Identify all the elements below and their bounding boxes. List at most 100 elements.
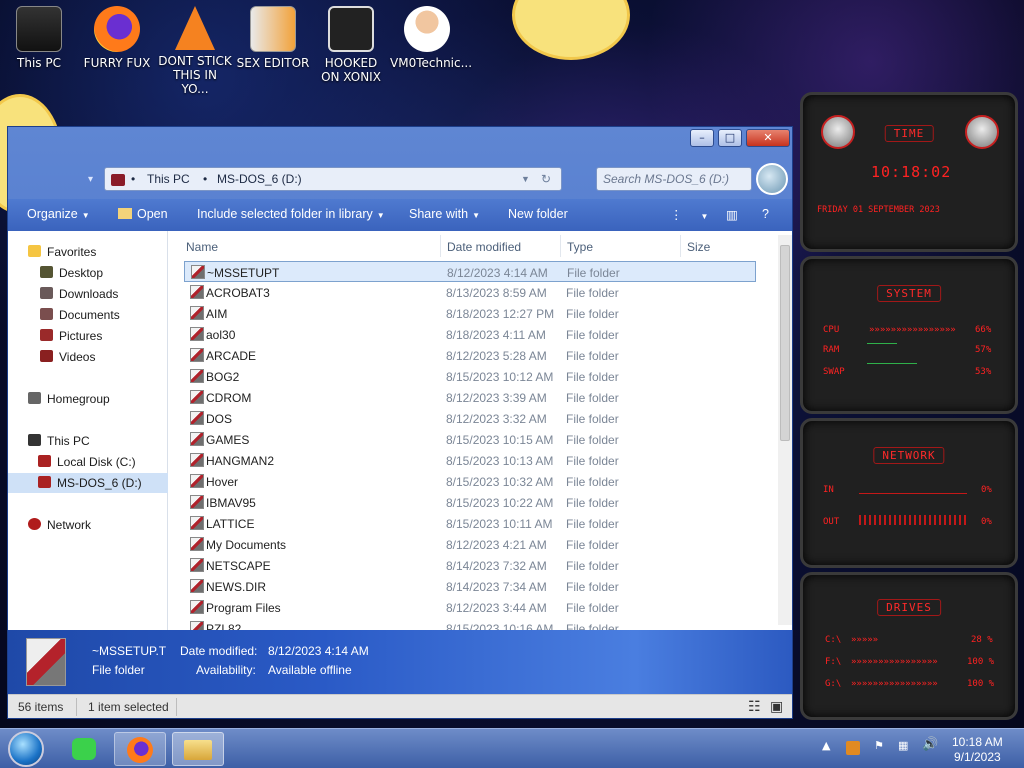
maximize-button[interactable]: □	[718, 129, 742, 147]
nav-msdos-d[interactable]: MS-DOS_6 (D:)	[8, 473, 168, 493]
table-row[interactable]: CDROM 8/12/2023 3:39 AM File folder	[184, 387, 756, 408]
table-row[interactable]: AIM 8/18/2023 12:27 PM File folder	[184, 303, 756, 324]
view-options-icon[interactable]: ⋮ ▼	[670, 207, 708, 222]
nav-local-disk-c[interactable]: Local Disk (C:)	[38, 455, 136, 469]
alien-head-icon	[821, 115, 855, 149]
drive-c-value: 28 %	[971, 635, 993, 645]
table-row[interactable]: HANGMAN2 8/15/2023 10:13 AM File folder	[184, 450, 756, 471]
taskbar-app-notes[interactable]	[58, 732, 110, 766]
action-center-flag-icon[interactable]: ⚑	[874, 739, 884, 752]
desktop-icon-hooked-on-xonix[interactable]: HOOKED ON XONIX	[314, 6, 388, 84]
desktop-icon-sex-editor[interactable]: SEX EDITOR	[236, 6, 310, 70]
folder-icon	[190, 537, 204, 551]
column-header-date[interactable]: Date modified	[447, 240, 521, 254]
address-dropdown-icon[interactable]: ▼	[521, 174, 530, 184]
file-name: LATTICE	[206, 517, 255, 531]
time-gadget-title: TIME	[884, 125, 934, 142]
minimize-button[interactable]: –	[690, 129, 714, 147]
share-with-button[interactable]: Share with ▼	[409, 207, 480, 221]
help-icon[interactable]: ?	[762, 207, 769, 221]
file-type: File folder	[566, 601, 619, 615]
recent-locations-chevron-icon[interactable]: ▾	[88, 174, 102, 186]
column-header-size[interactable]: Size	[687, 240, 710, 254]
cpu-bar: »»»»»»»»»»»»»»»»	[869, 325, 956, 335]
nav-this-pc[interactable]: This PC	[28, 434, 90, 448]
search-input[interactable]: Search MS-DOS_6 (D:)	[596, 167, 752, 191]
taskbar-app-explorer[interactable]	[172, 732, 224, 766]
close-button[interactable]: ✕	[746, 129, 790, 147]
table-row[interactable]: IBMAV95 8/15/2023 10:22 AM File folder	[184, 492, 756, 513]
file-type: File folder	[566, 286, 619, 300]
table-row[interactable]: NEWS.DIR 8/14/2023 7:34 AM File folder	[184, 576, 756, 597]
table-row[interactable]: My Documents 8/12/2023 4:21 AM File folder	[184, 534, 756, 555]
desktop-icon-this-pc[interactable]: This PC	[2, 6, 76, 70]
vertical-scrollbar[interactable]	[778, 235, 792, 625]
table-row[interactable]: ARCADE 8/12/2023 5:28 AM File folder	[184, 345, 756, 366]
folder-icon	[190, 453, 204, 467]
search-icon[interactable]	[756, 163, 788, 195]
breadcrumb-this-pc[interactable]: This PC	[147, 172, 190, 186]
organize-button[interactable]: Organize ▼	[27, 207, 90, 221]
table-row[interactable]: LATTICE 8/15/2023 10:11 AM File folder	[184, 513, 756, 534]
table-row[interactable]: BOG2 8/15/2023 10:12 AM File folder	[184, 366, 756, 387]
taskbar-clock[interactable]: 10:18 AM 9/1/2023	[952, 735, 1003, 765]
table-row[interactable]: Program Files 8/12/2023 3:44 AM File folde…	[184, 597, 756, 618]
scrollbar-thumb[interactable]	[780, 245, 790, 441]
nav-homegroup[interactable]: Homegroup	[28, 392, 110, 406]
include-in-library-button[interactable]: Include selected folder in library ▼	[197, 207, 385, 221]
table-row[interactable]: NETSCAPE 8/14/2023 7:32 AM File folder	[184, 555, 756, 576]
table-row[interactable]: GAMES 8/15/2023 10:15 AM File folder	[184, 429, 756, 450]
column-header-name[interactable]: Name	[186, 240, 218, 254]
status-item-count: 56 items	[18, 700, 64, 714]
show-hidden-icons-icon[interactable]: ▲	[822, 739, 830, 752]
nav-desktop[interactable]: Desktop	[40, 266, 103, 280]
table-row[interactable]: DOS 8/12/2023 3:32 AM File folder	[184, 408, 756, 429]
nav-documents[interactable]: Documents	[40, 308, 120, 322]
table-row[interactable]: Hover 8/15/2023 10:32 AM File folder	[184, 471, 756, 492]
folder-icon	[190, 285, 204, 299]
folder-icon	[190, 306, 204, 320]
taskbar-app-firefox[interactable]	[114, 732, 166, 766]
file-type: File folder	[566, 559, 619, 573]
nav-pictures[interactable]: Pictures	[40, 329, 102, 343]
new-folder-button[interactable]: New folder	[508, 207, 568, 221]
desktop-icon-vm0technic[interactable]: VM0Technic...	[390, 6, 472, 70]
table-row[interactable]: ~MSSETUPT 8/12/2023 4:14 AM File folder	[184, 261, 756, 282]
file-name: Program Files	[206, 601, 281, 615]
taskbar: ▲ ⚑ ▦ 🔊 10:18 AM 9/1/2023	[0, 728, 1024, 768]
details-date-value: 8/12/2023 4:14 AM	[268, 644, 369, 658]
nav-favorites[interactable]: Favorites	[28, 245, 96, 259]
address-bar[interactable]: • This PC • MS-DOS_6 (D:) ↻ ▼	[104, 167, 562, 191]
computer-icon	[28, 434, 41, 446]
open-button[interactable]: Open	[118, 207, 168, 221]
nav-videos[interactable]: Videos	[40, 350, 95, 364]
title-bar[interactable]: – □ ✕	[8, 127, 792, 159]
videos-icon	[40, 350, 53, 362]
start-button[interactable]	[8, 731, 44, 767]
desktop-icon-furry-fux[interactable]: FURRY FUX	[80, 6, 154, 70]
refresh-icon[interactable]: ↻	[541, 172, 551, 186]
nav-downloads[interactable]: Downloads	[40, 287, 118, 301]
firefox-icon	[94, 6, 140, 52]
breadcrumb-msdos[interactable]: MS-DOS_6 (D:)	[217, 172, 302, 186]
folder-icon	[190, 474, 204, 488]
volume-icon[interactable]: 🔊	[922, 737, 938, 752]
alien-head-icon	[965, 115, 999, 149]
table-row[interactable]: ACROBAT3 8/13/2023 8:59 AM File folder	[184, 282, 756, 303]
table-row[interactable]: aol30 8/18/2023 4:11 AM File folder	[184, 324, 756, 345]
details-type: File folder	[92, 663, 145, 677]
details-view-icon[interactable]: ☷	[748, 698, 761, 715]
details-name: ~MSSETUP.T	[92, 644, 167, 658]
large-icons-view-icon[interactable]: ▣	[770, 698, 783, 715]
network-tray-icon[interactable]: ▦	[898, 739, 908, 752]
desktop-icon-dont-stick[interactable]: DONT STICK THIS IN YO...	[158, 6, 232, 96]
tray-app-icon[interactable]	[846, 741, 860, 755]
drive-f-value: 100 %	[967, 657, 995, 667]
preview-pane-icon[interactable]: ▥	[726, 207, 738, 222]
file-name: NETSCAPE	[206, 559, 271, 573]
explorer-window: – □ ✕ ▾ • This PC • MS-DOS_6 (D:) ↻ ▼ Se…	[7, 126, 793, 719]
file-name: ACROBAT3	[206, 286, 270, 300]
file-type: File folder	[566, 517, 619, 531]
nav-network[interactable]: Network	[28, 518, 91, 532]
column-header-type[interactable]: Type	[567, 240, 593, 254]
